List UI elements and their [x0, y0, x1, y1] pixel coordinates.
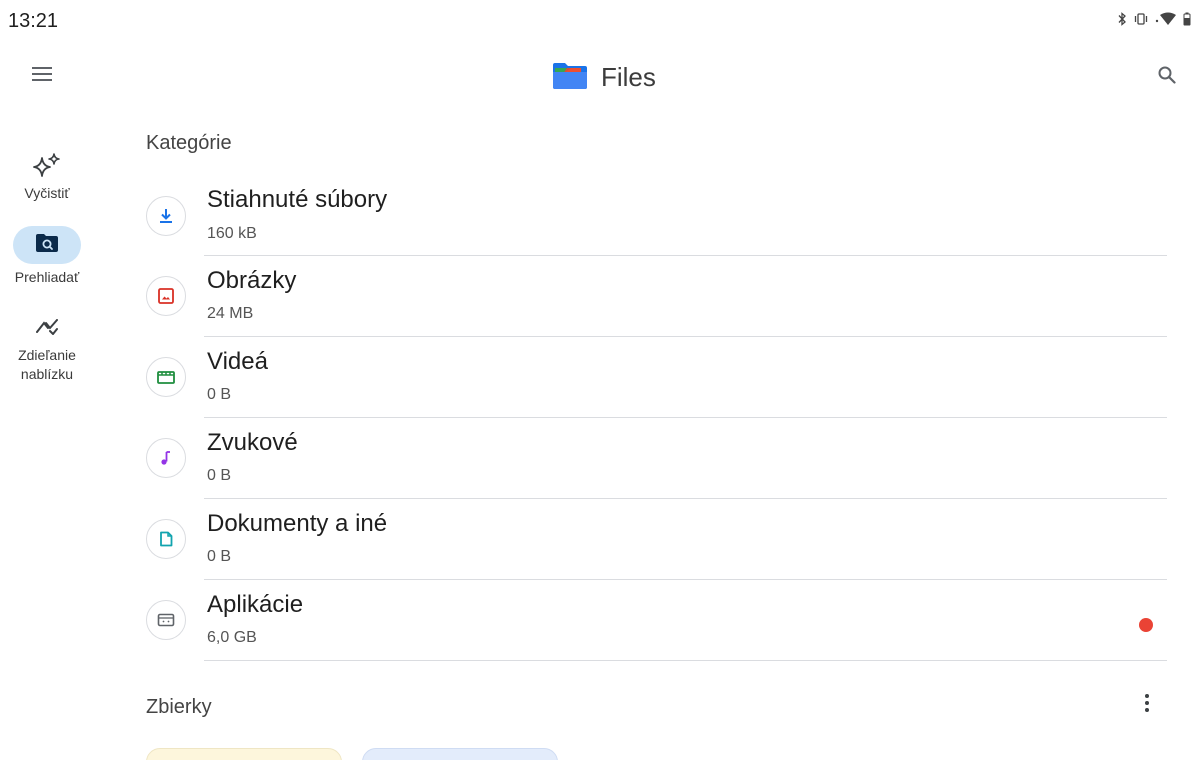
- image-icon: [146, 276, 186, 316]
- files-logo-icon: [551, 59, 589, 96]
- wifi-icon: [1155, 12, 1177, 26]
- download-icon: [146, 196, 186, 236]
- nav-item-browse[interactable]: Prehliadať: [0, 226, 94, 287]
- collections-heading: Zbierky: [146, 696, 212, 718]
- category-row-videos[interactable]: Videá 0 B: [140, 337, 1167, 418]
- nav-label-nearby-share: Zdieľanie nablízku: [18, 347, 76, 382]
- hamburger-menu-button[interactable]: [26, 62, 58, 90]
- category-name: Obrázky: [207, 267, 297, 294]
- app-title-group: Files: [551, 58, 656, 96]
- category-name: Stiahnuté súbory: [207, 186, 388, 213]
- nav-label-browse: Prehliadať: [14, 269, 80, 285]
- sparkle-icon: [28, 150, 66, 180]
- nav-active-indicator: [13, 226, 81, 264]
- collection-card[interactable]: [146, 748, 342, 760]
- status-icons: [1117, 12, 1191, 26]
- vibrate-icon: [1133, 12, 1149, 26]
- category-size: 160 kB: [207, 225, 257, 242]
- audio-icon: [146, 438, 186, 478]
- collections-more-button[interactable]: [1137, 690, 1157, 720]
- nav-label-clean: Vyčistiť: [24, 185, 70, 201]
- categories-list: Stiahnuté súbory 160 kB Obrázky 24 MB Vi…: [140, 176, 1167, 661]
- category-row-images[interactable]: Obrázky 24 MB: [140, 256, 1167, 337]
- category-size: 0 B: [207, 548, 232, 565]
- battery-icon: [1183, 12, 1191, 26]
- category-size: 0 B: [207, 386, 232, 403]
- category-row-apps[interactable]: Aplikácie 6,0 GB: [140, 580, 1167, 661]
- category-size: 24 MB: [207, 305, 254, 322]
- video-icon: [146, 357, 186, 397]
- bluetooth-icon: [1117, 12, 1127, 26]
- category-row-audio[interactable]: Zvukové 0 B: [140, 418, 1167, 499]
- category-size: 6,0 GB: [207, 629, 257, 646]
- category-size: 0 B: [207, 467, 232, 484]
- android-app-icon: [146, 600, 186, 640]
- category-row-downloads[interactable]: Stiahnuté súbory 160 kB: [140, 176, 1167, 256]
- category-name: Aplikácie: [207, 591, 304, 618]
- category-name: Videá: [207, 348, 268, 375]
- more-vert-icon: [1144, 693, 1150, 718]
- update-badge-dot: [1139, 618, 1153, 632]
- document-icon: [146, 519, 186, 559]
- collection-card[interactable]: [362, 748, 558, 760]
- folder-search-icon: [35, 233, 59, 258]
- category-name: Dokumenty a iné: [207, 510, 388, 537]
- search-icon: [1158, 66, 1176, 89]
- search-button[interactable]: [1152, 62, 1182, 92]
- status-time: 13:21: [8, 10, 59, 32]
- status-bar: 13:21: [0, 0, 1203, 44]
- category-row-documents[interactable]: Dokumenty a iné 0 B: [140, 499, 1167, 580]
- nearby-share-icon: [28, 312, 66, 342]
- app-title: Files: [601, 61, 656, 92]
- nav-item-clean[interactable]: Vyčistiť: [0, 150, 94, 203]
- divider: [204, 660, 1167, 661]
- hamburger-menu-icon: [32, 66, 52, 86]
- categories-heading: Kategórie: [146, 132, 232, 154]
- nav-item-nearby-share[interactable]: Zdieľanie nablízku: [0, 312, 94, 384]
- category-name: Zvukové: [207, 429, 298, 456]
